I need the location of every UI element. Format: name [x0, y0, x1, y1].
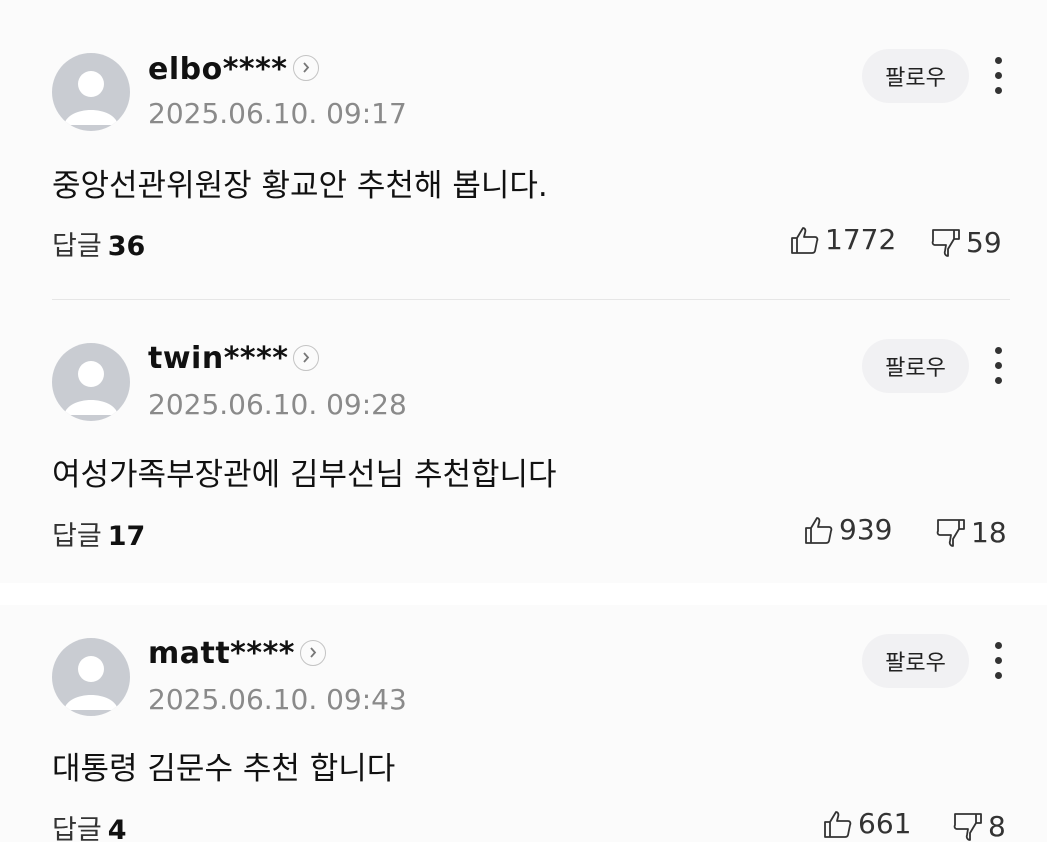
reply-count: 36: [107, 231, 146, 262]
username[interactable]: matt****: [148, 636, 295, 671]
avatar[interactable]: [52, 638, 130, 716]
like-count: 939: [839, 513, 893, 546]
like-count: 1772: [825, 223, 897, 256]
section-gap: [0, 583, 1047, 605]
chevron-right-icon[interactable]: [300, 640, 326, 666]
user-silhouette-icon: [64, 71, 118, 125]
chevron-right-icon[interactable]: [293, 55, 319, 81]
reply-button[interactable]: 답글 17: [52, 514, 145, 553]
timestamp: 2025.06.10. 09:17: [148, 97, 407, 130]
follow-button[interactable]: 팔로우: [862, 49, 969, 103]
reply-count: 17: [107, 521, 146, 552]
dislike-button[interactable]: 8: [952, 810, 1006, 843]
reply-button[interactable]: 답글 36: [52, 224, 145, 263]
thumbs-down-icon: [931, 228, 960, 257]
thumbs-down-icon: [953, 812, 982, 841]
username[interactable]: twin****: [148, 341, 288, 376]
dislike-count: 59: [966, 226, 1002, 259]
comment-text: 여성가족부장관에 김부선님 추천합니다: [52, 457, 557, 493]
like-button[interactable]: 661: [822, 807, 911, 840]
timestamp: 2025.06.10. 09:43: [148, 683, 407, 716]
more-vertical-icon[interactable]: [986, 346, 1010, 386]
comment-text: 중앙선관위원장 황교안 추천해 봅니다.: [52, 168, 548, 204]
comment-text: 대통령 김문수 추천 합니다: [52, 751, 396, 787]
username[interactable]: elbo****: [148, 52, 287, 87]
like-count: 661: [858, 807, 912, 840]
divider: [52, 299, 1010, 300]
dislike-count: 8: [988, 810, 1006, 843]
thumbs-down-icon: [936, 518, 965, 547]
thumbs-up-icon: [805, 516, 833, 544]
reply-label: 답글: [52, 521, 102, 552]
reply-button[interactable]: 답글 4: [52, 808, 126, 847]
timestamp: 2025.06.10. 09:28: [148, 388, 407, 421]
reply-label: 답글: [52, 231, 102, 262]
thumbs-up-icon: [824, 810, 852, 838]
reply-label: 답글: [52, 815, 102, 846]
like-button[interactable]: 939: [803, 513, 892, 546]
user-silhouette-icon: [64, 361, 118, 415]
like-button[interactable]: 1772: [789, 223, 896, 256]
avatar[interactable]: [52, 343, 130, 421]
reply-count: 4: [107, 815, 127, 846]
dislike-button[interactable]: 18: [935, 516, 1007, 549]
user-silhouette-icon: [64, 656, 118, 710]
dislike-count: 18: [971, 516, 1007, 549]
follow-button[interactable]: 팔로우: [862, 339, 969, 393]
avatar[interactable]: [52, 53, 130, 131]
more-vertical-icon[interactable]: [986, 641, 1010, 681]
chevron-right-icon[interactable]: [293, 345, 319, 371]
more-vertical-icon[interactable]: [986, 56, 1010, 96]
follow-button[interactable]: 팔로우: [862, 634, 969, 688]
thumbs-up-icon: [791, 226, 819, 254]
dislike-button[interactable]: 59: [930, 226, 1002, 259]
